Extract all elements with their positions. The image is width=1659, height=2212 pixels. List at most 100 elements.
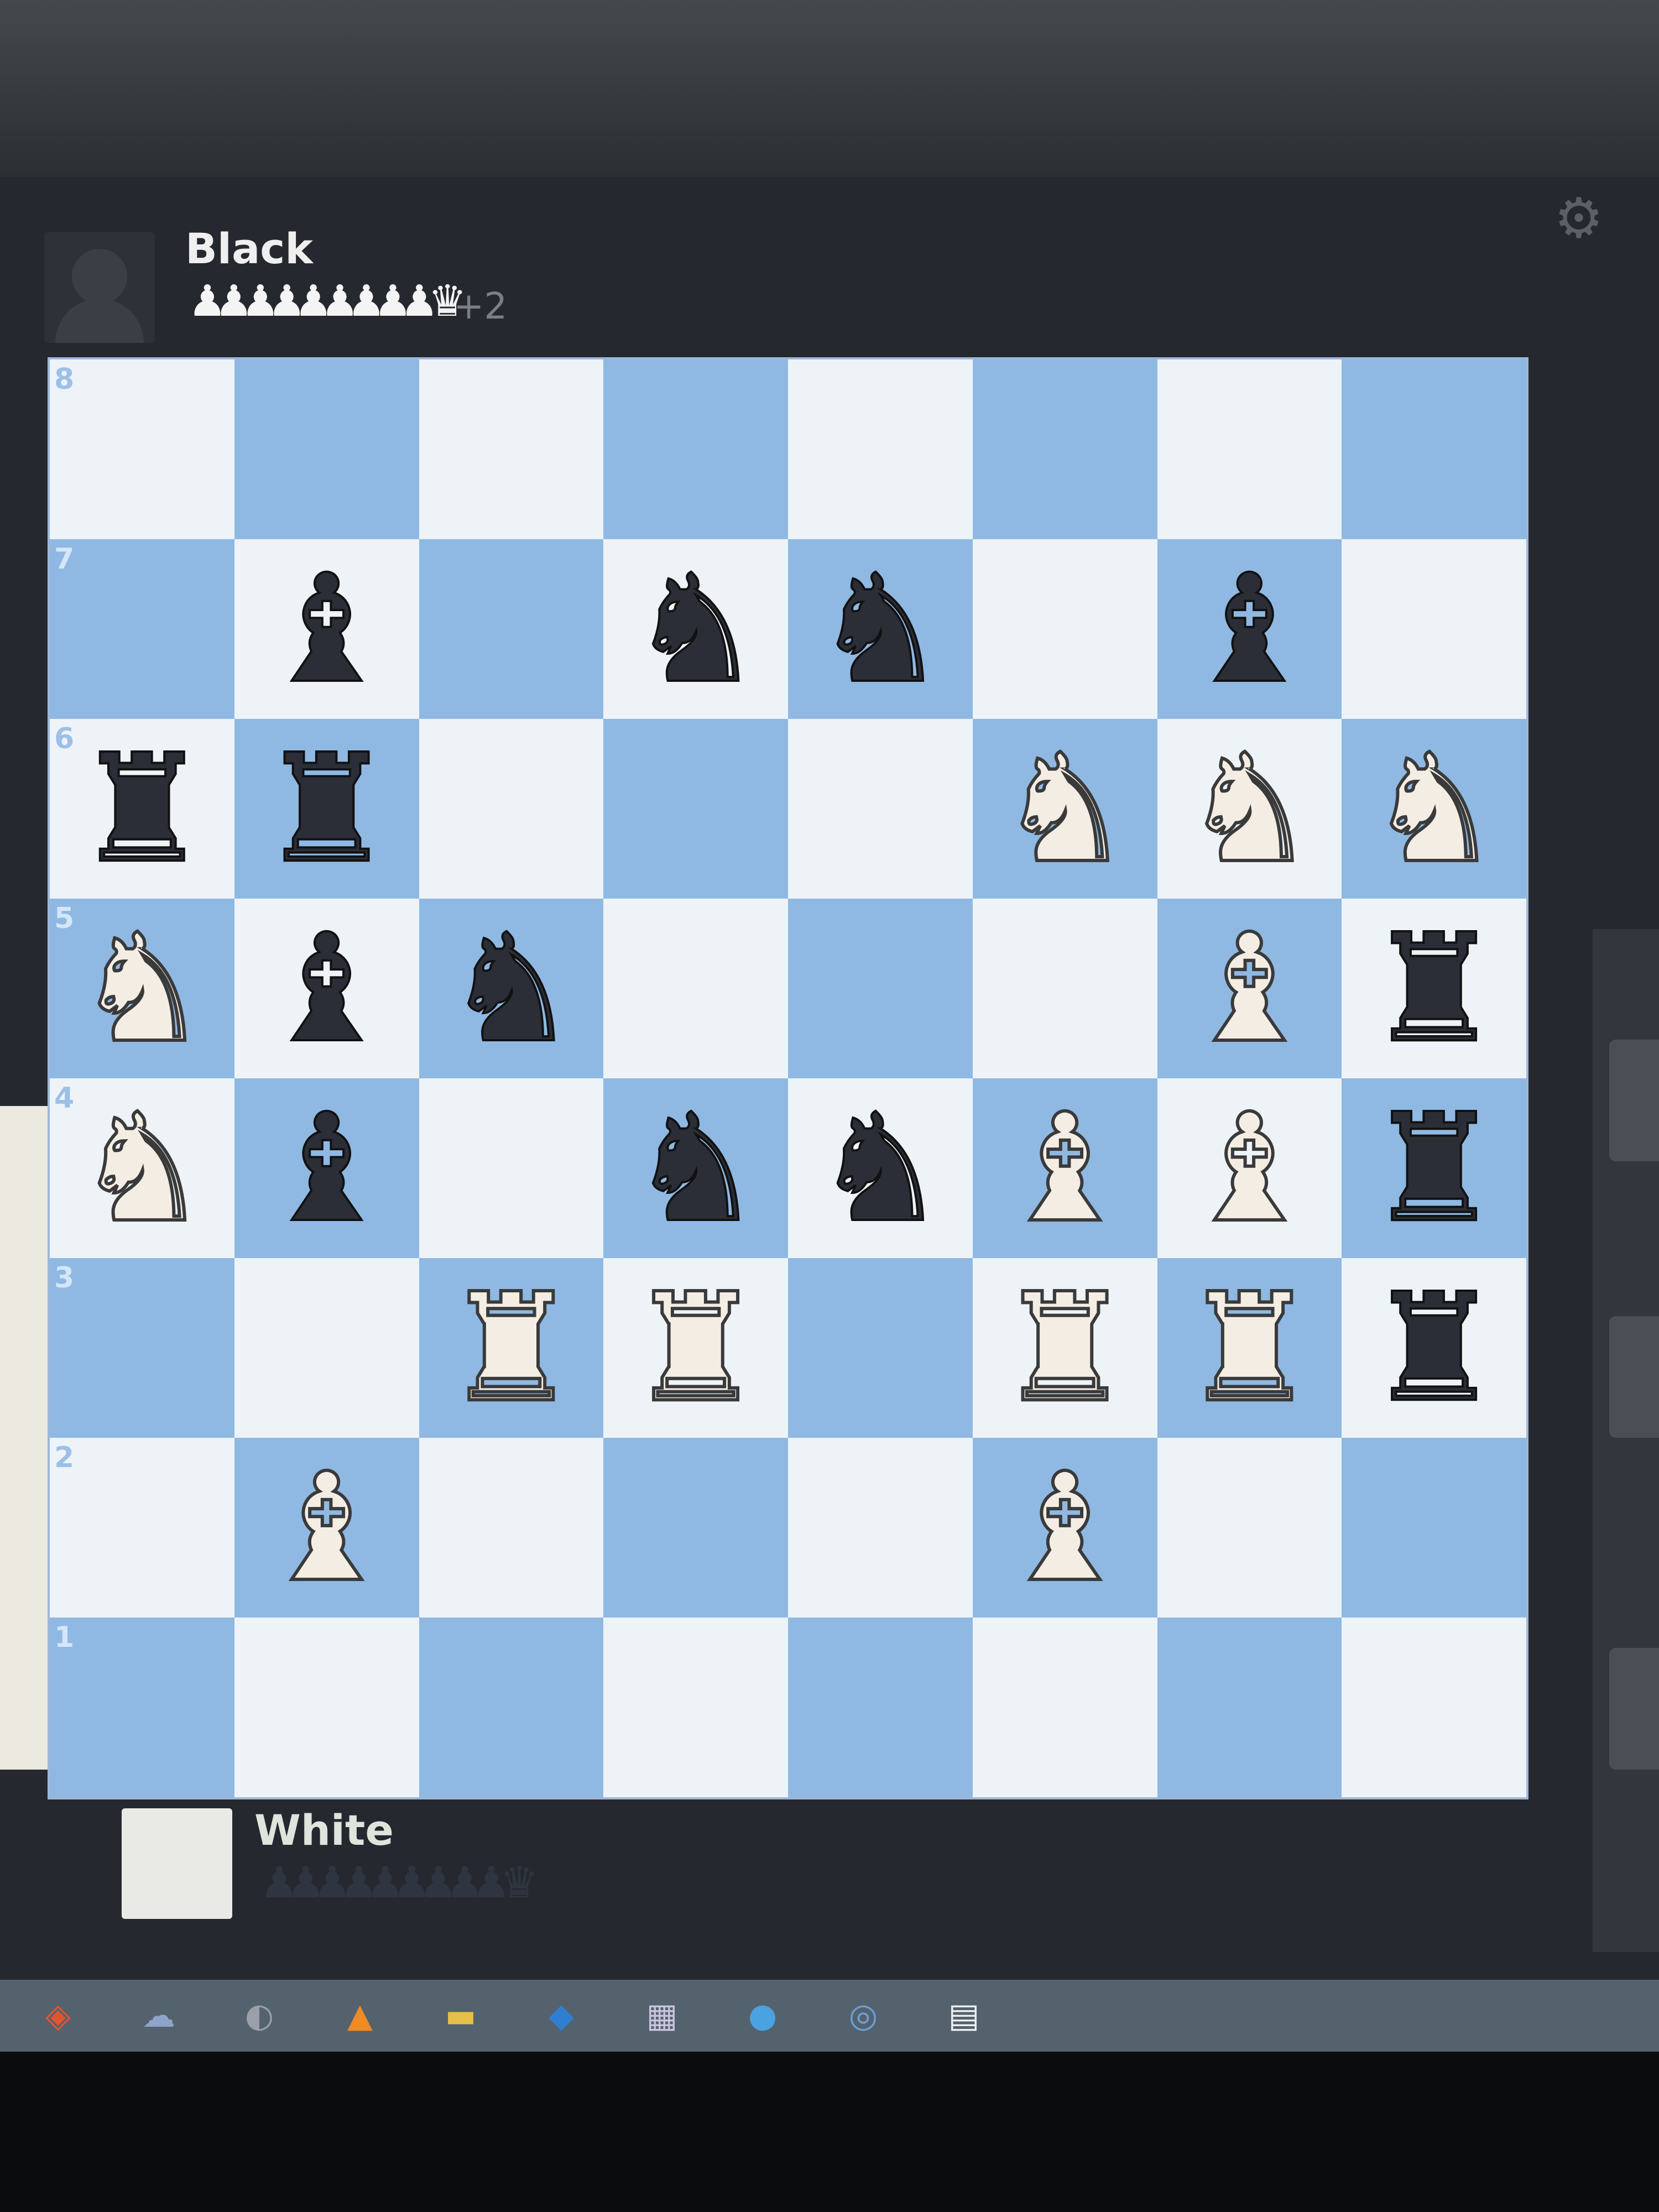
- black-rook-icon[interactable]: ♜: [1366, 1092, 1502, 1244]
- side-panel-tab[interactable]: [1609, 1648, 1659, 1770]
- square-c3[interactable]: ♜: [419, 1258, 604, 1438]
- white-rook-icon[interactable]: ♜: [997, 1271, 1134, 1424]
- square-f4[interactable]: ♝: [972, 1078, 1157, 1258]
- white-bishop-icon[interactable]: ♝: [1181, 1092, 1318, 1244]
- square-h1[interactable]: [1342, 1618, 1526, 1797]
- square-f8[interactable]: [972, 359, 1157, 539]
- square-b4[interactable]: ♝: [234, 1078, 419, 1258]
- square-a7[interactable]: 7: [50, 539, 234, 719]
- black-bishop-icon[interactable]: ♝: [259, 1092, 395, 1244]
- square-h8[interactable]: [1342, 359, 1526, 539]
- square-h5[interactable]: ♜: [1342, 899, 1526, 1078]
- square-a3[interactable]: 3: [50, 1258, 234, 1438]
- telegram-icon[interactable]: ●: [738, 1991, 787, 2041]
- square-h6[interactable]: ♞: [1342, 719, 1526, 899]
- square-d6[interactable]: [603, 719, 788, 899]
- square-d8[interactable]: [603, 359, 788, 539]
- square-a2[interactable]: 2: [50, 1438, 234, 1618]
- square-g6[interactable]: ♞: [1157, 719, 1342, 899]
- white-bishop-icon[interactable]: ♝: [1181, 912, 1318, 1065]
- black-bishop-icon[interactable]: ♝: [1181, 553, 1317, 705]
- black-rook-icon[interactable]: ♜: [1366, 912, 1502, 1064]
- square-f7[interactable]: [972, 539, 1157, 719]
- square-f5[interactable]: [972, 899, 1157, 1078]
- white-knight-icon[interactable]: ♞: [1365, 732, 1503, 885]
- square-g3[interactable]: ♜: [1157, 1258, 1342, 1438]
- square-d4[interactable]: ♞: [603, 1078, 788, 1258]
- square-b5[interactable]: ♝: [234, 899, 419, 1078]
- square-c5[interactable]: ♞: [419, 899, 604, 1078]
- square-g8[interactable]: [1157, 359, 1342, 539]
- black-knight-icon[interactable]: ♞: [812, 553, 948, 705]
- square-g5[interactable]: ♝: [1157, 899, 1342, 1078]
- square-e5[interactable]: [788, 899, 973, 1078]
- black-knight-icon[interactable]: ♞: [812, 1092, 948, 1244]
- square-e8[interactable]: [788, 359, 973, 539]
- square-a1[interactable]: 1: [50, 1618, 234, 1797]
- white-rook-icon[interactable]: ♜: [442, 1271, 580, 1424]
- black-rook-icon[interactable]: ♜: [74, 733, 210, 884]
- square-f1[interactable]: [972, 1618, 1157, 1797]
- square-b3[interactable]: [234, 1258, 419, 1438]
- square-g4[interactable]: ♝: [1157, 1078, 1342, 1258]
- square-b8[interactable]: [234, 359, 419, 539]
- square-a6[interactable]: 6 ♜: [50, 719, 234, 899]
- chess-board[interactable]: 8 7 ♝ ♞ ♞ ♝ 6 ♜ ♜ ♞ ♞ ♞ 5 ♞ ♝ ♞ ♝ ♜ 4 ♞ ♝ ♞ ♞ ♝ ♝ ♜ 3 ♜ ♜ ♜ ♜ ♜ 2 ♝ ♝ 1: [50, 359, 1526, 1797]
- black-knight-icon[interactable]: ♞: [628, 553, 764, 705]
- vlc-icon[interactable]: ▲: [335, 1991, 385, 2041]
- brave-icon[interactable]: ◈: [33, 1991, 83, 2041]
- square-e4[interactable]: ♞: [788, 1078, 973, 1258]
- white-rook-icon[interactable]: ♜: [627, 1271, 764, 1424]
- square-b2[interactable]: ♝: [234, 1438, 419, 1618]
- square-b7[interactable]: ♝: [234, 539, 419, 719]
- square-c1[interactable]: [419, 1618, 604, 1797]
- square-b6[interactable]: ♜: [234, 719, 419, 899]
- white-knight-icon[interactable]: ♞: [997, 732, 1134, 885]
- square-e7[interactable]: ♞: [788, 539, 973, 719]
- black-knight-icon[interactable]: ♞: [443, 912, 579, 1064]
- white-bishop-icon[interactable]: ♝: [258, 1451, 395, 1604]
- folder-icon[interactable]: ▬: [436, 1991, 486, 2041]
- square-h7[interactable]: [1342, 539, 1526, 719]
- square-c6[interactable]: [419, 719, 604, 899]
- side-panel-tab[interactable]: [1609, 1316, 1659, 1438]
- cloud-icon[interactable]: ☁: [134, 1991, 184, 2041]
- square-b1[interactable]: [234, 1618, 419, 1797]
- square-d7[interactable]: ♞: [603, 539, 788, 719]
- square-d1[interactable]: [603, 1618, 788, 1797]
- notepad-icon[interactable]: ▤: [939, 1991, 989, 2041]
- square-d2[interactable]: [603, 1438, 788, 1618]
- square-c8[interactable]: [419, 359, 604, 539]
- square-c2[interactable]: [419, 1438, 604, 1618]
- square-e6[interactable]: [788, 719, 973, 899]
- square-h4[interactable]: ♜: [1342, 1078, 1526, 1258]
- white-knight-icon[interactable]: ♞: [74, 912, 211, 1065]
- black-rook-icon[interactable]: ♜: [1366, 1272, 1502, 1423]
- square-h3[interactable]: ♜: [1342, 1258, 1526, 1438]
- gear-icon[interactable]: ⚙: [1548, 188, 1609, 249]
- square-g2[interactable]: [1157, 1438, 1342, 1618]
- white-knight-icon[interactable]: ♞: [74, 1092, 211, 1244]
- square-a8[interactable]: 8: [50, 359, 234, 539]
- black-knight-icon[interactable]: ♞: [628, 1092, 764, 1244]
- square-d5[interactable]: [603, 899, 788, 1078]
- store-icon[interactable]: ▦: [637, 1991, 687, 2041]
- white-bishop-icon[interactable]: ♝: [997, 1451, 1134, 1604]
- square-e2[interactable]: [788, 1438, 973, 1618]
- square-f6[interactable]: ♞: [972, 719, 1157, 899]
- square-a4[interactable]: 4 ♞: [50, 1078, 234, 1258]
- white-knight-icon[interactable]: ♞: [1181, 732, 1318, 885]
- black-bishop-icon[interactable]: ♝: [259, 912, 395, 1064]
- square-g7[interactable]: ♝: [1157, 539, 1342, 719]
- app-icon[interactable]: ◐: [234, 1991, 284, 2041]
- square-a5[interactable]: 5 ♞: [50, 899, 234, 1078]
- square-f3[interactable]: ♜: [972, 1258, 1157, 1438]
- square-f2[interactable]: ♝: [972, 1438, 1157, 1618]
- black-bishop-icon[interactable]: ♝: [259, 553, 395, 705]
- square-c7[interactable]: [419, 539, 604, 719]
- black-rook-icon[interactable]: ♜: [259, 733, 395, 884]
- white-rook-icon[interactable]: ♜: [1181, 1271, 1318, 1424]
- square-c4[interactable]: [419, 1078, 604, 1258]
- chrome-icon[interactable]: ◎: [838, 1991, 888, 2041]
- square-e1[interactable]: [788, 1618, 973, 1797]
